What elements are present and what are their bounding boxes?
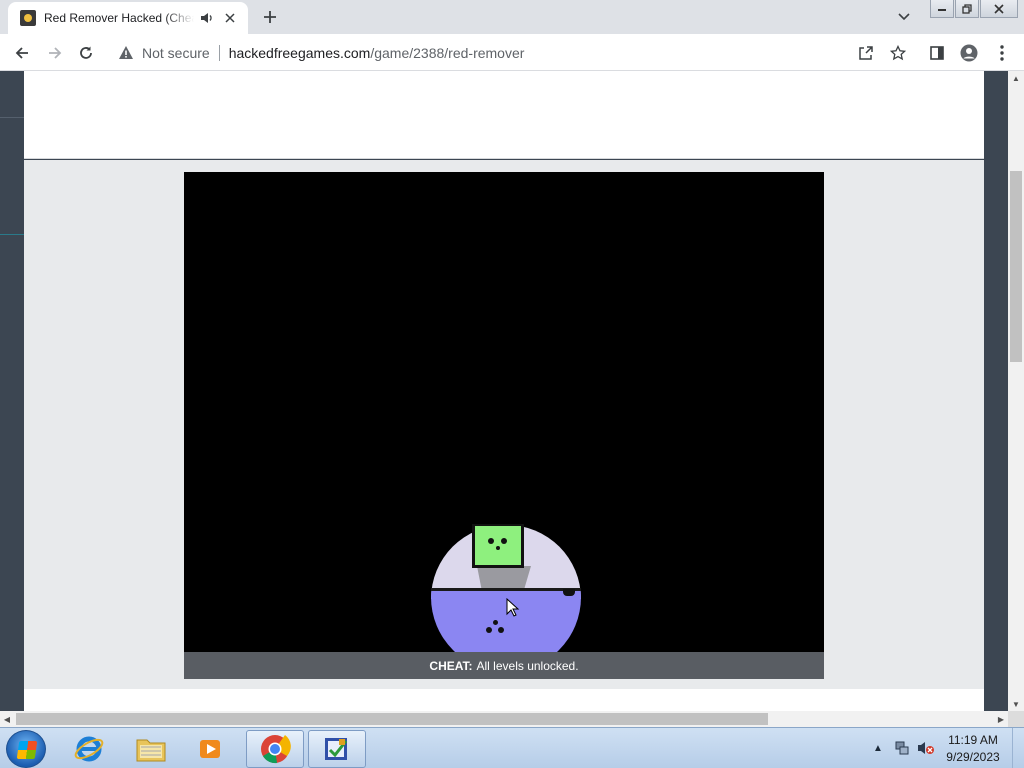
checklist-app-icon bbox=[325, 738, 348, 760]
side-panel-icon bbox=[930, 46, 944, 60]
taskbar-windows-explorer[interactable] bbox=[122, 730, 180, 768]
folder-icon bbox=[136, 739, 166, 762]
side-panel-button[interactable] bbox=[924, 40, 950, 66]
close-icon bbox=[994, 3, 1004, 14]
page-left-gutter bbox=[0, 71, 24, 711]
close-window-button[interactable] bbox=[980, 0, 1018, 18]
page-below-game-area bbox=[24, 689, 984, 711]
internet-explorer-icon bbox=[74, 736, 104, 762]
url-host: hackedfreegames.com bbox=[228, 45, 371, 61]
cheat-info-bar: CHEAT: All levels unlocked. bbox=[184, 652, 824, 679]
new-tab-button[interactable] bbox=[258, 6, 282, 28]
browser-toolbar: Not secure hackedfreegames.com/game/2388… bbox=[0, 34, 1024, 71]
speaker-icon[interactable] bbox=[200, 11, 214, 25]
green-character-block bbox=[472, 524, 524, 568]
windows-start-icon[interactable] bbox=[6, 730, 46, 768]
blue-face-dot-top bbox=[493, 620, 498, 625]
taskbar-checklist-app[interactable] bbox=[308, 730, 366, 768]
url-text[interactable]: hackedfreegames.com/game/2388/red-remove… bbox=[229, 45, 525, 61]
blue-face-dot-left bbox=[486, 627, 492, 633]
chrome-icon bbox=[261, 735, 291, 764]
page-viewport: CHEAT: All levels unlocked. bbox=[0, 71, 1008, 711]
share-icon bbox=[859, 46, 873, 60]
blue-face-dot-right bbox=[498, 627, 504, 633]
taskbar-clock[interactable]: 11:19 AM 9/29/2023 bbox=[938, 732, 1008, 766]
reload-button[interactable] bbox=[73, 40, 99, 66]
gray-removable-block[interactable] bbox=[477, 566, 531, 588]
page-header-area bbox=[24, 71, 984, 159]
forward-button[interactable] bbox=[42, 40, 68, 66]
address-bar[interactable]: Not secure hackedfreegames.com/game/2388… bbox=[110, 38, 914, 68]
menu-button[interactable] bbox=[989, 40, 1015, 66]
bookmark-button[interactable] bbox=[885, 40, 911, 66]
reload-icon bbox=[80, 46, 92, 59]
profile-button[interactable] bbox=[956, 40, 982, 66]
clock-time: 11:19 AM bbox=[948, 733, 998, 747]
green-mouth bbox=[496, 546, 500, 550]
scroll-right-arrow-icon[interactable]: ▶ bbox=[994, 712, 1008, 726]
vertical-scroll-thumb[interactable] bbox=[1010, 171, 1022, 362]
restore-button[interactable] bbox=[955, 0, 979, 18]
horizontal-scrollbar[interactable]: ◀ ▶ bbox=[0, 711, 1008, 727]
site-favicon-icon bbox=[20, 10, 36, 26]
show-hidden-icons-icon[interactable]: ▲ bbox=[869, 739, 887, 757]
star-icon bbox=[890, 45, 906, 61]
kebab-menu-icon bbox=[1000, 45, 1004, 61]
restore-icon bbox=[962, 3, 972, 14]
black-ledge bbox=[431, 588, 581, 591]
omnibox-separator bbox=[218, 45, 220, 61]
windows-taskbar: ▲ 11:19 AM 9/29/2023 bbox=[0, 727, 1024, 768]
tab-title: Red Remover Hacked (Cheat: All levels un… bbox=[44, 11, 194, 25]
scroll-left-arrow-icon[interactable]: ◀ bbox=[0, 712, 14, 726]
security-label[interactable]: Not secure bbox=[142, 45, 210, 61]
scrollbar-corner bbox=[1008, 711, 1024, 727]
cheat-text: All levels unlocked. bbox=[476, 658, 579, 673]
media-player-icon bbox=[200, 740, 220, 758]
chevron-down-icon bbox=[898, 13, 910, 21]
network-icon[interactable] bbox=[893, 739, 911, 757]
tab-search-button[interactable] bbox=[894, 8, 914, 26]
url-path: /game/2388/red-remover bbox=[370, 45, 525, 61]
scroll-down-arrow-icon[interactable]: ▼ bbox=[1008, 697, 1024, 711]
game-canvas[interactable] bbox=[184, 172, 824, 652]
window-controls bbox=[929, 0, 1018, 18]
green-right-eye bbox=[501, 538, 507, 544]
forward-arrow-icon bbox=[49, 47, 62, 59]
browser-tab-active[interactable]: Red Remover Hacked (Cheat: All levels un… bbox=[8, 2, 248, 34]
scroll-up-arrow-icon[interactable]: ▲ bbox=[1008, 71, 1024, 85]
ledge-notch bbox=[563, 589, 575, 596]
system-tray: ▲ bbox=[866, 728, 938, 768]
minimize-button[interactable] bbox=[930, 0, 954, 18]
tab-strip: Red Remover Hacked (Cheat: All levels un… bbox=[0, 0, 1024, 34]
back-arrow-icon bbox=[15, 47, 28, 59]
profile-icon bbox=[960, 44, 978, 62]
warning-icon[interactable] bbox=[118, 45, 134, 61]
tab-close-icon[interactable] bbox=[222, 10, 238, 26]
back-button[interactable] bbox=[9, 40, 35, 66]
show-desktop-button[interactable] bbox=[1012, 728, 1024, 768]
horizontal-scroll-thumb[interactable] bbox=[16, 713, 768, 725]
mouse-cursor-icon bbox=[506, 598, 520, 617]
volume-muted-icon[interactable] bbox=[917, 739, 935, 757]
taskbar-google-chrome[interactable] bbox=[246, 730, 304, 768]
green-left-eye bbox=[488, 538, 494, 544]
taskbar-internet-explorer[interactable] bbox=[60, 730, 118, 768]
share-button[interactable] bbox=[853, 40, 879, 66]
taskbar-media-player[interactable] bbox=[182, 730, 240, 768]
vertical-scrollbar[interactable]: ▲ ▼ bbox=[1008, 71, 1024, 711]
clock-date: 9/29/2023 bbox=[946, 750, 1000, 764]
minimize-icon bbox=[938, 8, 946, 11]
plus-icon bbox=[264, 11, 276, 23]
cheat-label: CHEAT: bbox=[429, 658, 473, 673]
page-right-gutter bbox=[984, 71, 1008, 711]
